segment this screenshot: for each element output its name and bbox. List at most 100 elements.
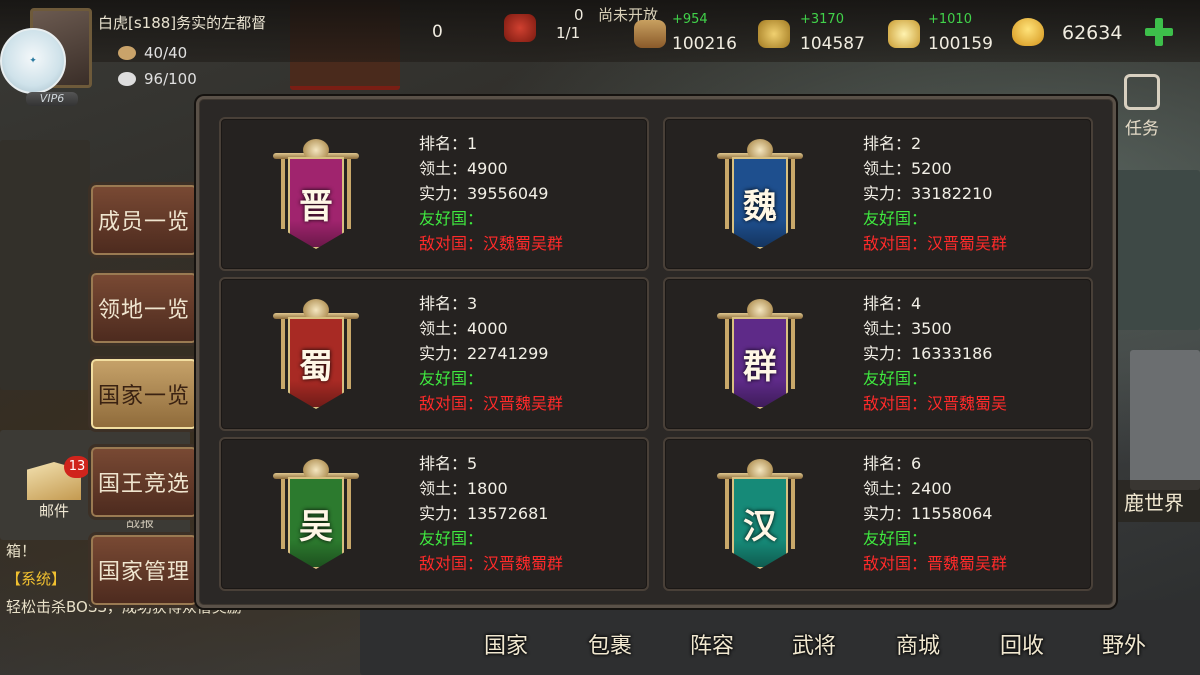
banner-tassel [347,479,351,549]
nation-territory: 领土：4900 [419,159,508,178]
tab-members[interactable]: 成员一览 [88,182,200,258]
nav-wild[interactable]: 野外 [1102,628,1146,660]
banner-tassel [347,159,351,229]
grain-resource: +3170 104587 [800,12,865,54]
resource-b-top: 0 [574,6,584,24]
wall-building [1110,170,1200,330]
nation-info: 排名：5 领土：1800 实力：13572681 友好国： 敌对国：汉晋魏蜀群 [419,451,563,576]
nation-banner-icon: 魏 [715,137,805,257]
nation-card[interactable]: 晋 排名：1 领土：4900 实力：39556049 友好国： 敌对国：汉魏蜀吴群 [219,117,649,271]
nation-friends: 友好国： [419,369,484,388]
nation-info: 排名：1 领土：4900 实力：39556049 友好国： 敌对国：汉魏蜀吴群 [419,131,563,256]
wood-icon [634,20,666,48]
nav-lineup[interactable]: 阵容 [690,628,734,660]
nav-general[interactable]: 武将 [792,628,836,660]
stamina-icon [118,46,136,60]
nation-friends: 友好国： [419,529,484,548]
nation-enemies: 敌对国：晋魏蜀吴群 [863,554,1008,573]
nation-card[interactable]: 吴 排名：5 领土：1800 实力：13572681 友好国： 敌对国：汉晋魏蜀群 [219,437,649,591]
nation-rank: 排名：1 [419,134,478,153]
nation-friends: 友好国： [863,369,928,388]
add-gold-button[interactable] [1143,16,1175,48]
nation-rank: 排名：4 [863,294,922,313]
grain-gain: +3170 [800,12,844,27]
coin-resource: +1010 100159 [928,12,993,54]
nation-banner-icon: 群 [715,297,805,417]
nation-territory: 领土：2400 [863,479,952,498]
world-button[interactable]: 鹿世界 [1108,480,1200,522]
nav-shop[interactable]: 商城 [896,628,940,660]
nav-nation[interactable]: 国家 [484,628,528,660]
resource-a: 0 [432,22,443,42]
nation-rank: 排名：6 [863,454,922,473]
nation-flag: 吴 [288,477,344,569]
coin-icon [888,20,920,48]
nation-banner-icon: 晋 [271,137,361,257]
nation-enemies: 敌对国：汉魏蜀吴群 [419,234,564,253]
task-button[interactable]: 任务 [1116,74,1168,140]
energy-stat: 96/100 [118,70,197,88]
wood-resource: +954 100216 [672,12,737,54]
nation-flag: 晋 [288,157,344,249]
nation-card[interactable]: 群 排名：4 领土：3500 实力：16333186 友好国： 敌对国：汉晋魏蜀吴 [663,277,1093,431]
stamina-stat: 40/40 [118,44,187,62]
nation-info: 排名：6 领土：2400 实力：11558064 友好国： 敌对国：晋魏蜀吴群 [863,451,1007,576]
resource-b: 1/1 [556,24,581,42]
nation-territory: 领土：3500 [863,319,952,338]
nation-power: 实力：16333186 [863,344,993,363]
mail-label: 邮件 [38,502,69,520]
nav-bag[interactable]: 包裹 [588,628,632,660]
wood-gain: +954 [672,12,708,27]
banner-tassel [725,319,729,389]
banner-tassel [281,159,285,229]
nation-enemies: 敌对国：汉晋魏蜀吴 [863,394,1008,413]
nation-power: 实力：13572681 [419,504,549,523]
mail-count-badge: 13 [64,456,90,478]
nation-enemies: 敌对国：汉晋魏蜀群 [419,554,564,573]
nation-territory: 领土：1800 [419,479,508,498]
banner-tassel [725,159,729,229]
nation-card[interactable]: 魏 排名：2 领土：5200 实力：33182210 友好国： 敌对国：汉晋蜀吴群 [663,117,1093,271]
banner-tassel [791,319,795,389]
vip-badge: VIP6 [26,92,78,106]
energy-icon [118,72,136,86]
banner-tassel [791,479,795,549]
nation-enemies: 敌对国：汉晋魏吴群 [419,394,564,413]
chat-line-1: 箱！ [6,542,37,560]
nation-power: 实力：33182210 [863,184,993,203]
banner-tassel [725,479,729,549]
nav-recycle[interactable]: 回收 [1000,628,1044,660]
nation-flag: 汉 [732,477,788,569]
mail-button[interactable]: 邮件 13 [22,456,90,532]
nation-info: 排名：4 领土：3500 实力：16333186 友好国： 敌对国：汉晋魏蜀吴 [863,291,1007,416]
tab-king-election[interactable]: 国王竞选 [88,444,200,520]
chat-system-tag: 【系统】 [6,570,67,588]
left-building [0,140,90,390]
nation-card[interactable]: 蜀 排名：3 领土：4000 实力：22741299 友好国： 敌对国：汉晋魏吴群 [219,277,649,431]
stamina-value: 40/40 [144,44,188,62]
nation-info: 排名：2 领土：5200 实力：33182210 友好国： 敌对国：汉晋蜀吴群 [863,131,1007,256]
nation-territory: 领土：5200 [863,159,952,178]
nation-banner-icon: 蜀 [271,297,361,417]
nation-friends: 友好国： [863,209,928,228]
banner-tassel [791,159,795,229]
task-label: 任务 [1125,119,1159,139]
task-icon [1124,74,1160,110]
nation-friends: 友好国： [863,529,928,548]
nation-card[interactable]: 汉 排名：6 领土：2400 实力：11558064 友好国： 敌对国：晋魏蜀吴群 [663,437,1093,591]
nation-flag: 魏 [732,157,788,249]
tab-territory[interactable]: 领地一览 [88,270,200,346]
grain-icon [758,20,790,48]
coin-value: 100159 [928,34,993,54]
tab-nations[interactable]: 国家一览 [88,356,200,432]
wood-value: 100216 [672,34,737,54]
tab-nation-management[interactable]: 国家管理 [88,532,200,608]
banner-tassel [281,479,285,549]
player-name: 白虎[s188]务实的左都督 [98,14,267,32]
grain-value: 104587 [800,34,865,54]
top-resource-bar: ✦ VIP6 白虎[s188]务实的左都督 40/40 0 0 1/1 尚未开放… [0,0,1200,106]
coin-gain: +1010 [928,12,972,27]
banner-tassel [281,319,285,389]
fortress-building [1130,350,1200,490]
avatar-badge-icon[interactable]: ✦ [0,28,66,94]
